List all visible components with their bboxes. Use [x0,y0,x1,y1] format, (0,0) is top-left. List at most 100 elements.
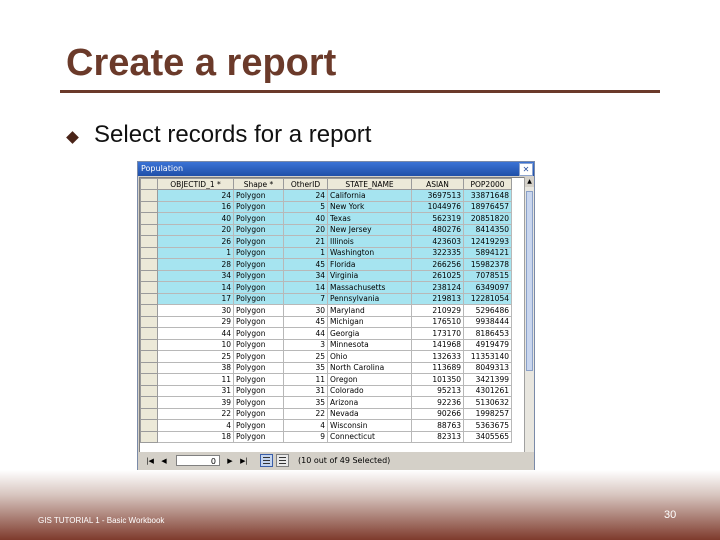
table-cell[interactable]: 3 [283,338,328,351]
table-cell[interactable]: Polygon [233,269,284,282]
table-cell[interactable]: 29 [157,315,234,328]
table-cell[interactable]: Polygon [233,361,284,374]
table-cell[interactable]: 18976457 [463,200,512,213]
table-cell[interactable]: Polygon [233,292,284,305]
table-cell[interactable]: 132633 [411,350,464,363]
row-selector[interactable] [140,235,158,248]
table-cell[interactable]: 4 [283,419,328,432]
table-cell[interactable]: 39 [157,396,234,409]
table-cell[interactable]: 25 [283,350,328,363]
table-cell[interactable]: Connecticut [327,430,412,443]
table-cell[interactable]: 28 [157,258,234,271]
table-cell[interactable]: Arizona [327,396,412,409]
table-row[interactable]: 40 Polygon 40 Texas 562319 20851820 [140,212,512,225]
table-cell[interactable]: Polygon [233,304,284,317]
row-selector[interactable] [140,304,158,317]
table-cell[interactable]: 219813 [411,292,464,305]
table-cell[interactable]: 90266 [411,407,464,420]
row-selector[interactable] [140,246,158,259]
row-selector[interactable] [140,315,158,328]
table-cell[interactable]: 176510 [411,315,464,328]
table-cell[interactable]: Ohio [327,350,412,363]
table-cell[interactable]: Polygon [233,223,284,236]
table-cell[interactable]: Virginia [327,269,412,282]
table-cell[interactable]: 141968 [411,338,464,351]
table-row[interactable]: 1 Polygon 1 Washington 322335 5894121 [140,246,512,259]
table-cell[interactable]: 423603 [411,235,464,248]
row-selector[interactable] [140,350,158,363]
window-titlebar[interactable]: Population ✕ [138,162,534,176]
table-cell[interactable]: 20 [283,223,328,236]
table-cell[interactable]: 40 [283,212,328,225]
table-row[interactable]: 30 Polygon 30 Maryland 210929 5296486 [140,304,512,317]
table-cell[interactable]: Wisconsin [327,419,412,432]
last-record-button[interactable]: ▶| [238,455,250,467]
table-cell[interactable]: North Carolina [327,361,412,374]
table-cell[interactable]: 8186453 [463,327,512,340]
table-row[interactable]: 34 Polygon 34 Virginia 261025 7078515 [140,269,512,282]
table-cell[interactable]: Michigan [327,315,412,328]
table-cell[interactable]: 88763 [411,419,464,432]
scrollbar-thumb[interactable] [526,191,533,371]
table-cell[interactable]: Oregon [327,373,412,386]
table-row[interactable]: 4 Polygon 4 Wisconsin 88763 5363675 [140,419,512,432]
row-selector[interactable] [140,384,158,397]
table-cell[interactable]: 82313 [411,430,464,443]
table-cell[interactable]: 5894121 [463,246,512,259]
table-cell[interactable]: 5130632 [463,396,512,409]
table-cell[interactable]: 22 [157,407,234,420]
table-row[interactable]: 38 Polygon 35 North Carolina 113689 8049313 [140,361,512,374]
table-row[interactable]: 22 Polygon 22 Nevada 90266 1998257 [140,407,512,420]
table-cell[interactable]: 18 [157,430,234,443]
table-cell[interactable]: 35 [283,396,328,409]
first-record-button[interactable]: |◀ [144,455,156,467]
table-cell[interactable]: 25 [157,350,234,363]
table-cell[interactable]: 3405565 [463,430,512,443]
table-cell[interactable]: 8049313 [463,361,512,374]
show-all-records-icon[interactable] [260,454,273,467]
table-cell[interactable]: 34 [283,269,328,282]
table-cell[interactable]: Polygon [233,407,284,420]
table-cell[interactable]: 1 [283,246,328,259]
table-cell[interactable]: 562319 [411,212,464,225]
row-selector[interactable] [140,189,158,202]
table-cell[interactable]: California [327,189,412,202]
table-cell[interactable]: 45 [283,315,328,328]
current-record-field[interactable]: 0 [176,455,220,466]
table-cell[interactable]: 4301261 [463,384,512,397]
table-row[interactable]: 26 Polygon 21 Illinois 423603 12419293 [140,235,512,248]
scroll-up-icon[interactable]: ▲ [525,177,534,187]
table-cell[interactable]: Polygon [233,200,284,213]
table-row[interactable]: 14 Polygon 14 Massachusetts 238124 6349097 [140,281,512,294]
table-cell[interactable]: 45 [283,258,328,271]
table-cell[interactable]: Polygon [233,350,284,363]
table-cell[interactable]: Polygon [233,281,284,294]
column-header[interactable]: OtherID [283,178,328,190]
table-cell[interactable]: 34 [157,269,234,282]
table-cell[interactable]: 20851820 [463,212,512,225]
table-row[interactable]: 20 Polygon 20 New Jersey 480276 8414350 [140,223,512,236]
table-cell[interactable]: 92236 [411,396,464,409]
show-selected-records-icon[interactable] [276,454,289,467]
table-cell[interactable]: 26 [157,235,234,248]
table-cell[interactable]: Pennsylvania [327,292,412,305]
row-selector[interactable] [140,200,158,213]
table-cell[interactable]: Polygon [233,338,284,351]
table-cell[interactable]: 7 [283,292,328,305]
row-selector[interactable] [140,258,158,271]
row-selector[interactable] [140,327,158,340]
table-cell[interactable]: 24 [157,189,234,202]
table-cell[interactable]: Massachusetts [327,281,412,294]
table-cell[interactable]: 30 [283,304,328,317]
table-cell[interactable]: 113689 [411,361,464,374]
table-cell[interactable]: 1044976 [411,200,464,213]
row-selector[interactable] [140,396,158,409]
table-row[interactable]: 11 Polygon 11 Oregon 101350 3421399 [140,373,512,386]
row-selector[interactable] [140,373,158,386]
close-icon[interactable]: ✕ [519,163,533,176]
table-cell[interactable]: Polygon [233,246,284,259]
table-row[interactable]: 10 Polygon 3 Minnesota 141968 4919479 [140,338,512,351]
table-cell[interactable]: 16 [157,200,234,213]
table-cell[interactable]: 11 [283,373,328,386]
table-cell[interactable]: 210929 [411,304,464,317]
